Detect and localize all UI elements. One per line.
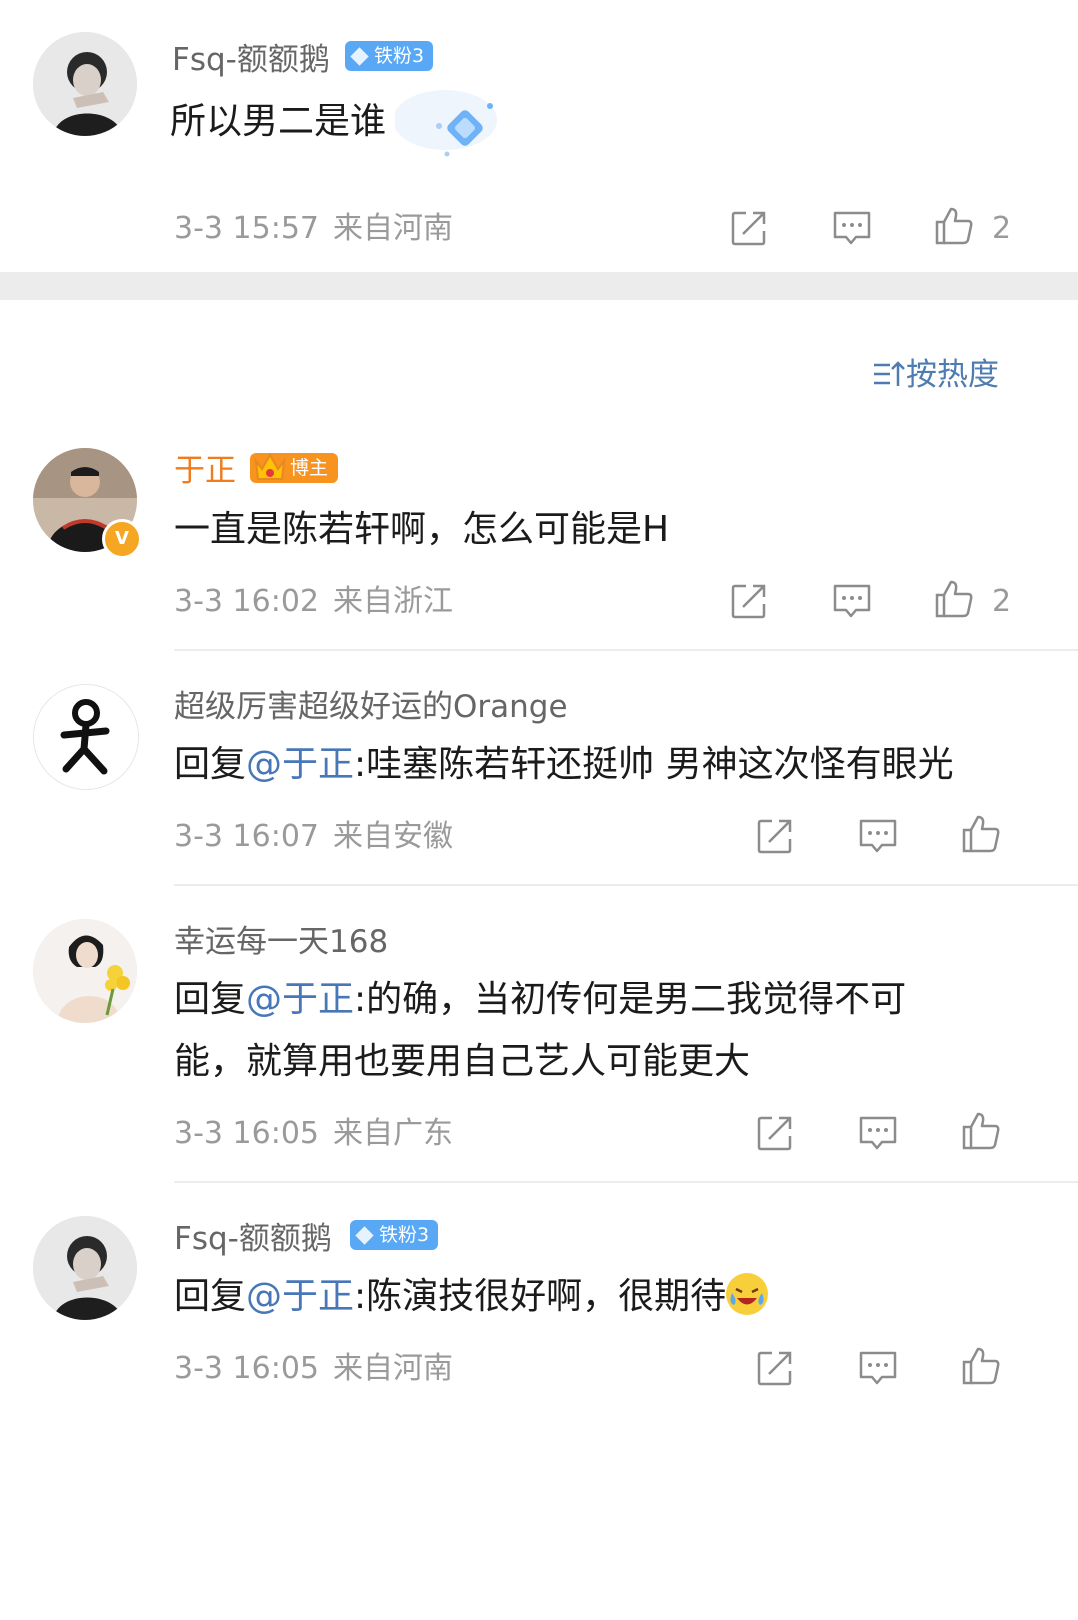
crying-laugh-emoji-icon bbox=[726, 1273, 769, 1315]
comment-text: 回复@于正:哇塞陈若轩还挺帅 男神这次怪有眼光 bbox=[174, 744, 954, 785]
comment-meta: 3-3 16:05 来自广东 bbox=[174, 1116, 453, 1151]
comment-text: 回复@于正:陈演技很好啊，很期待 bbox=[174, 1273, 769, 1321]
comment-icon[interactable] bbox=[857, 1347, 899, 1389]
share-icon[interactable] bbox=[754, 1347, 796, 1389]
mention-link[interactable]: @于正 bbox=[246, 979, 354, 1020]
comment-meta: 3-3 16:05 来自河南 bbox=[174, 1351, 453, 1386]
diamond-icon bbox=[350, 47, 369, 66]
username[interactable]: 超级厉害超级好运的Orange bbox=[174, 687, 568, 727]
card-sticker-icon bbox=[393, 84, 505, 164]
like-icon[interactable] bbox=[933, 578, 975, 620]
like-icon[interactable] bbox=[933, 205, 975, 247]
sort-toggle[interactable]: 按热度 bbox=[872, 355, 999, 395]
divider bbox=[174, 1181, 1078, 1183]
username[interactable]: Fsq-额额鹅 bbox=[174, 1219, 332, 1259]
fan-level-badge[interactable]: 铁粉3 bbox=[345, 41, 434, 71]
sort-icon bbox=[874, 361, 905, 386]
comment-text: 所以男二是谁 bbox=[170, 101, 387, 142]
comment-icon[interactable] bbox=[857, 1112, 899, 1154]
mention-link[interactable]: @于正 bbox=[246, 1276, 354, 1317]
share-icon[interactable] bbox=[728, 207, 770, 249]
avatar[interactable] bbox=[33, 684, 139, 790]
diamond-icon bbox=[355, 1226, 374, 1245]
comment-icon[interactable] bbox=[831, 207, 873, 249]
username[interactable]: Fsq-额额鹅 bbox=[172, 40, 330, 80]
like-icon[interactable] bbox=[960, 1110, 1002, 1152]
section-separator bbox=[0, 272, 1078, 300]
mention-link[interactable]: @于正 bbox=[246, 744, 354, 785]
verified-icon: V bbox=[102, 519, 142, 559]
comment-icon[interactable] bbox=[831, 580, 873, 622]
comment-text: 一直是陈若轩啊，怎么可能是H bbox=[174, 509, 670, 550]
like-count: 2 bbox=[992, 211, 1012, 246]
share-icon[interactable] bbox=[754, 1112, 796, 1154]
comment-meta: 3-3 16:07 来自安徽 bbox=[174, 819, 453, 854]
comment-meta: 3-3 16:02 来自浙江 bbox=[174, 584, 453, 619]
divider bbox=[174, 884, 1078, 886]
username[interactable]: 于正 bbox=[174, 451, 236, 491]
comment-meta: 3-3 15:57 来自河南 bbox=[174, 211, 453, 246]
avatar[interactable] bbox=[33, 32, 137, 136]
crown-icon bbox=[254, 452, 286, 480]
like-icon[interactable] bbox=[960, 813, 1002, 855]
fan-level-badge[interactable]: 铁粉3 bbox=[350, 1220, 439, 1250]
avatar[interactable] bbox=[33, 919, 137, 1023]
comment-text-line2: 能，就算用也要用自己艺人可能更大 bbox=[174, 1041, 751, 1082]
divider bbox=[174, 649, 1078, 651]
share-icon[interactable] bbox=[754, 815, 796, 857]
like-icon[interactable] bbox=[960, 1345, 1002, 1387]
username[interactable]: 幸运每一天168 bbox=[174, 922, 388, 962]
like-count: 2 bbox=[992, 584, 1012, 619]
avatar[interactable] bbox=[33, 1216, 137, 1320]
blogger-badge[interactable]: 博主 bbox=[250, 452, 339, 483]
comment-text: 回复@于正:的确，当初传何是男二我觉得不可 bbox=[174, 979, 907, 1020]
share-icon[interactable] bbox=[728, 580, 770, 622]
comment-icon[interactable] bbox=[857, 815, 899, 857]
